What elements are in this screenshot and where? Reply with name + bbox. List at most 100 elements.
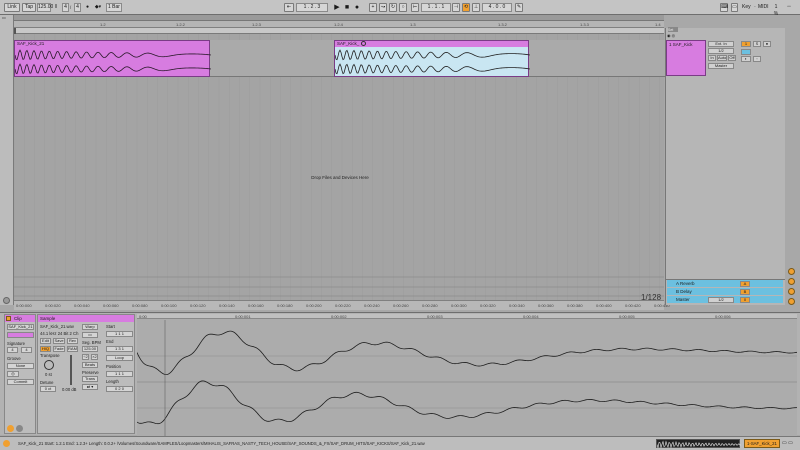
capture-midi-icon[interactable]: ○	[399, 3, 407, 12]
loop-button[interactable]: Loop	[106, 355, 133, 361]
save-button[interactable]: Save	[53, 338, 65, 344]
detune-field[interactable]: 0 ct	[40, 386, 56, 392]
output-select[interactable]: Master	[708, 63, 734, 69]
key-map-icon[interactable]: ▭	[731, 3, 738, 12]
return-b-activator[interactable]: B	[740, 289, 750, 295]
selected-clip-label[interactable]: 1-SAF_Kick_21	[744, 439, 780, 448]
input-type-select[interactable]: Ext. In	[708, 41, 734, 47]
device-view-icons[interactable]: ▭ ▭	[782, 439, 796, 448]
record-icon[interactable]: ●	[353, 3, 361, 12]
draw-mode-icon[interactable]: ✎	[515, 3, 523, 12]
computer-keyboard-icon[interactable]: ⌨	[720, 3, 728, 12]
pan-knob[interactable]: ◐	[741, 56, 751, 62]
sample-time-ruler[interactable]: 0:00 0:00:001 0:00:002 0:00:003 0:00:004 0:00…	[137, 314, 797, 319]
return-track-a[interactable]: A Reverb	[667, 280, 783, 287]
overview-toggle-icon[interactable]: ▭	[2, 15, 10, 20]
fold-icon[interactable]: ◉ ◎	[667, 33, 675, 38]
warp-button[interactable]: Warp	[82, 324, 98, 330]
groove-select[interactable]: None	[7, 363, 34, 369]
transpose-knob[interactable]	[44, 360, 54, 370]
ram-button[interactable]: RAM	[67, 346, 78, 352]
arrangement-follow-icon[interactable]: ⇤	[284, 3, 294, 12]
commit-button[interactable]: Commit	[7, 379, 34, 385]
length-field[interactable]: 0 2 0	[106, 386, 133, 392]
halve-button[interactable]: ÷2	[82, 354, 89, 360]
gain-slider[interactable]	[70, 355, 72, 385]
groove-hot-swap[interactable]: ◎	[7, 371, 19, 377]
monitor-auto-button[interactable]: Auto	[717, 55, 727, 61]
clip-name-field[interactable]: SAF_Kick_21	[7, 324, 34, 330]
rev-button[interactable]: Rev	[67, 338, 78, 344]
song-position-field[interactable]: 1 . 2 . 3	[296, 3, 328, 12]
transient-envelope[interactable]: ⇄ ▾	[82, 384, 98, 390]
automation-arm-icon[interactable]: ↝	[379, 3, 387, 12]
fade-button[interactable]: Fade	[53, 346, 65, 352]
metronome-icon[interactable]: ●	[84, 3, 91, 12]
seg-bpm-field[interactable]: 125.00	[82, 346, 98, 352]
loop-length-field[interactable]: 4 . 0 . 0	[482, 3, 512, 12]
punch-in-icon[interactable]: ⊢	[411, 3, 419, 12]
arm-button[interactable]: ●	[763, 41, 771, 47]
reenable-automation-icon[interactable]: ↻	[389, 3, 397, 12]
link-button[interactable]: Link	[4, 3, 20, 12]
clip-color[interactable]	[7, 332, 34, 338]
fold-tracks-icon[interactable]	[788, 288, 795, 295]
envelopes-toggle-icon[interactable]	[16, 425, 23, 432]
play-icon[interactable]: ▶	[333, 3, 341, 12]
audio-track-lane[interactable]: SAF_Kick_21 SAF_Kick_	[14, 40, 666, 77]
tap-button[interactable]: Tap	[22, 3, 36, 12]
master-output-select[interactable]: 1/2	[708, 297, 734, 303]
clip-overview-strip[interactable]	[656, 439, 742, 449]
tempo-field[interactable]: 125.00	[37, 3, 53, 12]
sig-numerator[interactable]: 4	[62, 3, 69, 12]
record-quant-icon[interactable]: ◆▾	[92, 3, 104, 12]
clip-activator-icon[interactable]	[6, 316, 11, 321]
quantization-select[interactable]: 1 Bar	[106, 3, 122, 12]
grid-zoom-label[interactable]: 1/128	[641, 293, 661, 302]
beat-time-ruler[interactable]: 1.2 1.2.2 1.2.3 1.2.4 1.3 1.3.2 1.3.3 1.…	[14, 21, 664, 28]
solo-button[interactable]: S	[753, 41, 761, 47]
hiq-button[interactable]: HiQ	[40, 346, 51, 352]
punch-out-icon[interactable]: ⊣	[452, 3, 460, 12]
track-activator[interactable]: 1	[741, 41, 751, 47]
master-activator[interactable]: 0	[740, 297, 750, 303]
clip-sig-den[interactable]: 4	[21, 347, 32, 353]
return-a-activator[interactable]: A	[740, 281, 750, 287]
clip-sig-num[interactable]: 4	[7, 347, 18, 353]
end-field[interactable]: 1 3 1	[106, 346, 133, 352]
launch-toggle-icon[interactable]	[7, 425, 14, 432]
warp-mode-select[interactable]: Beats	[82, 362, 98, 368]
start-field[interactable]: 1 1 1	[106, 331, 133, 337]
loop-icon[interactable]: ⟲	[462, 3, 470, 12]
zoom-out-icon[interactable]	[788, 278, 795, 285]
set-button[interactable]: Set	[668, 27, 678, 32]
position-field[interactable]: 1 1 1	[106, 371, 133, 377]
input-channel-select[interactable]: 1/2	[708, 48, 734, 54]
time-ruler[interactable]: 0:00:000 0:00:020 0:00:040 0:00:060 0:00:080…	[14, 300, 670, 310]
monitor-indicator[interactable]	[741, 49, 751, 55]
stop-icon[interactable]: ■	[343, 3, 351, 12]
sig-denominator[interactable]: 4	[74, 3, 81, 12]
audio-clip-2[interactable]: SAF_Kick_	[334, 40, 531, 77]
info-view-icon[interactable]	[3, 440, 10, 447]
monitor-in-button[interactable]: In	[708, 55, 716, 61]
audio-clip-1[interactable]: SAF_Kick_21	[14, 40, 212, 77]
loop-start-field[interactable]: 1 . 1 . 1	[421, 3, 451, 12]
key-map-label[interactable]: Key	[741, 3, 751, 12]
midi-map-label[interactable]: MIDI	[757, 3, 769, 12]
preserve-select[interactable]: Trans	[82, 376, 98, 382]
unfold-tracks-icon[interactable]	[788, 298, 795, 305]
add-locator-icon[interactable]	[3, 297, 10, 304]
edit-button[interactable]: Edit	[40, 338, 51, 344]
sample-waveform-editor[interactable]	[137, 314, 797, 436]
punch-icon[interactable]: ⊥	[472, 3, 480, 12]
monitor-off-button[interactable]: Off	[728, 55, 736, 61]
track-header[interactable]: 1 SAF_Kick	[666, 40, 706, 76]
overdub-icon[interactable]: +	[369, 3, 377, 12]
warp-toggle[interactable]: ▭	[82, 332, 98, 338]
double-button[interactable]: ×2	[91, 354, 98, 360]
return-track-b[interactable]: B Delay	[667, 288, 783, 295]
zoom-in-icon[interactable]	[788, 268, 795, 275]
send-a-knob[interactable]: ◦	[753, 56, 761, 62]
browser-icons[interactable]: ◉ ◎	[667, 33, 705, 39]
